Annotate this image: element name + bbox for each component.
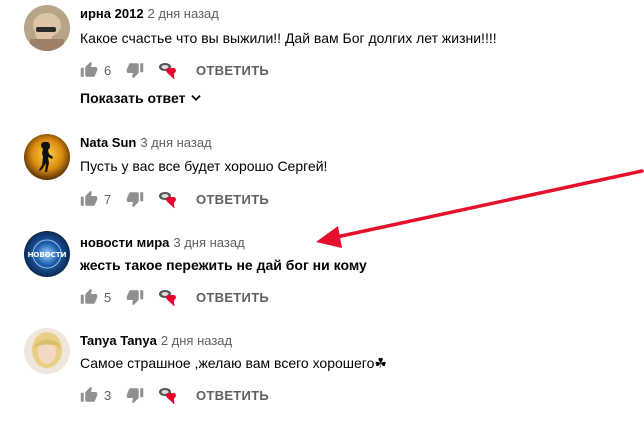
dislike-icon[interactable]: [126, 386, 144, 404]
comment-time[interactable]: 2 дня назад: [161, 333, 232, 348]
comment-time[interactable]: 3 дня назад: [173, 235, 244, 250]
comment-text: Самое страшное ,желаю вам всего хорошего…: [80, 355, 387, 371]
creator-heart-icon: [158, 60, 180, 80]
like-count: 5: [104, 289, 112, 305]
avatar-image: [24, 5, 70, 51]
author-name[interactable]: Tanya Tanya: [80, 333, 157, 348]
like-count: 7: [104, 191, 112, 207]
author-name[interactable]: новости мира: [80, 235, 169, 250]
dislike-icon[interactable]: [126, 288, 144, 306]
like-icon[interactable]: [80, 386, 98, 404]
avatar-logo-text: НОВОСТИ: [28, 251, 67, 259]
creator-heart-icon: [158, 189, 180, 209]
dislike-icon[interactable]: [126, 190, 144, 208]
comment-header: Tanya Tanya 2 дня назад: [80, 333, 232, 349]
avatar[interactable]: [24, 328, 70, 374]
avatar-image: НОВОСТИ: [24, 231, 70, 277]
comment-header: Nata Sun 3 дня назад: [80, 135, 212, 151]
chevron-down-icon: [191, 95, 202, 101]
show-replies-button[interactable]: Показать ответ: [80, 90, 203, 106]
show-replies-label: Показать ответ: [80, 90, 186, 106]
reply-button[interactable]: ОТВЕТИТЬ: [196, 290, 269, 305]
author-name[interactable]: ирна 2012: [80, 6, 144, 21]
comment-actions: 3 ОТВЕТИТЬ: [80, 383, 269, 407]
comment-text: Пусть у вас все будет хорошо Сергей!: [80, 158, 328, 174]
comment-text: Какое счастье что вы выжили!! Дай вам Бо…: [80, 30, 497, 46]
reply-button[interactable]: ОТВЕТИТЬ: [196, 192, 269, 207]
like-icon[interactable]: [80, 190, 98, 208]
reply-button[interactable]: ОТВЕТИТЬ: [196, 63, 269, 78]
avatar[interactable]: [24, 5, 70, 51]
creator-heart-icon: [158, 287, 180, 307]
like-count: 3: [104, 387, 112, 403]
avatar-image: [24, 134, 70, 180]
reply-button[interactable]: ОТВЕТИТЬ: [196, 388, 269, 403]
avatar[interactable]: [24, 134, 70, 180]
like-icon[interactable]: [80, 288, 98, 306]
comment-actions: 7 ОТВЕТИТЬ: [80, 187, 269, 211]
avatar[interactable]: НОВОСТИ: [24, 231, 70, 277]
creator-heart-icon: [158, 385, 180, 405]
comment-actions: 5 ОТВЕТИТЬ: [80, 285, 269, 309]
avatar-image: [24, 328, 70, 374]
comment-header: новости мира 3 дня назад: [80, 235, 245, 251]
like-icon[interactable]: [80, 61, 98, 79]
comment-actions: 6 ОТВЕТИТЬ: [80, 58, 269, 82]
comment-header: ирна 2012 2 дня назад: [80, 6, 219, 22]
comment-time[interactable]: 2 дня назад: [148, 6, 219, 21]
dislike-icon[interactable]: [126, 61, 144, 79]
author-name[interactable]: Nata Sun: [80, 135, 136, 150]
comment-text: жесть такое пережить не дай бог ни кому: [80, 257, 367, 273]
like-count: 6: [104, 62, 112, 78]
comment-time[interactable]: 3 дня назад: [140, 135, 211, 150]
